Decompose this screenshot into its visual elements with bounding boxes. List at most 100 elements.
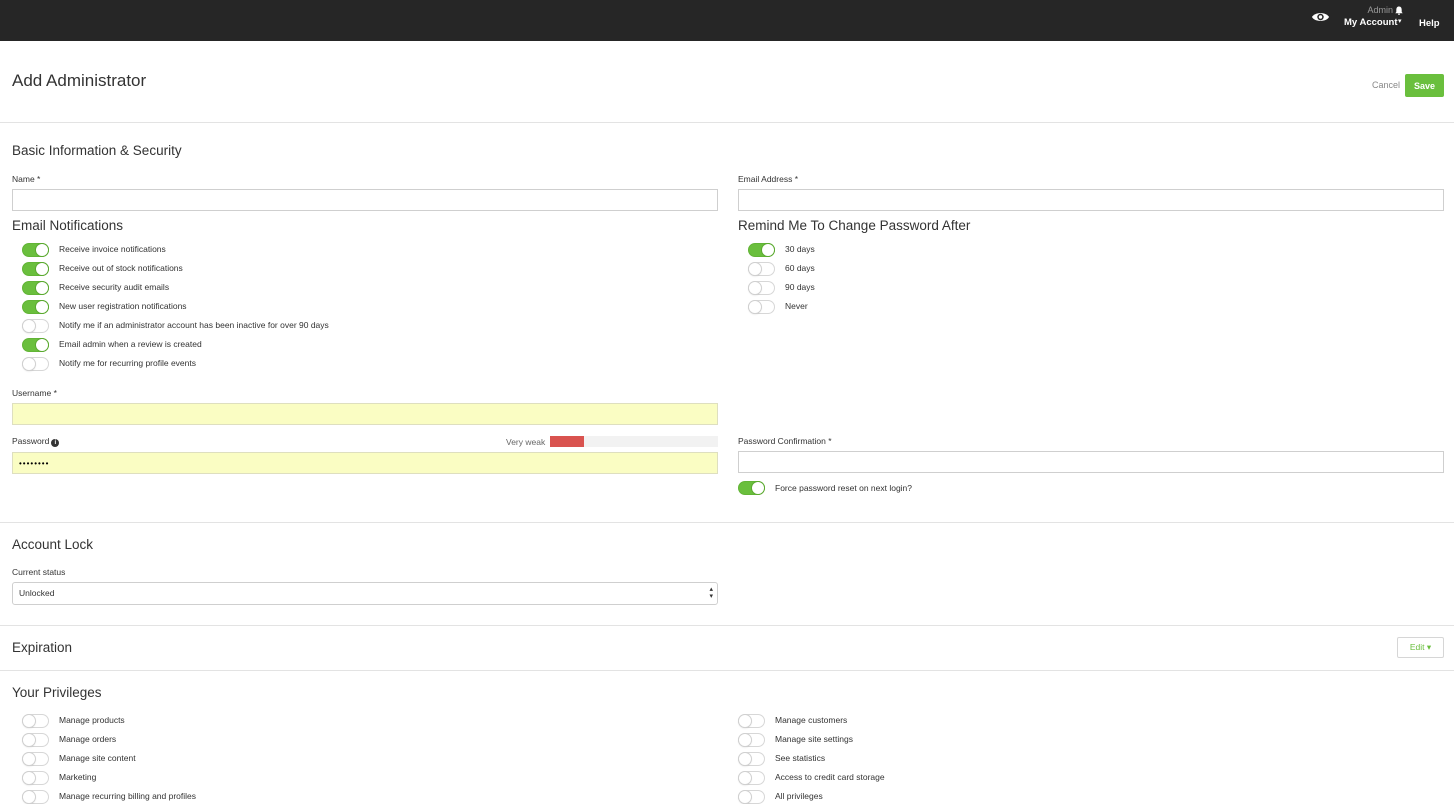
- toggle-label: Manage customers: [775, 715, 848, 725]
- toggle-marketing[interactable]: [22, 771, 49, 785]
- toggle-label: Receive out of stock notifications: [59, 263, 183, 273]
- name-label: Name *: [12, 174, 41, 184]
- toggle-knob: [36, 339, 48, 351]
- toggle-knob: [23, 753, 35, 765]
- toggle-knob: [749, 301, 761, 313]
- username-label: Username *: [12, 388, 57, 398]
- save-button[interactable]: Save: [1405, 74, 1444, 97]
- toggle-label: Manage site content: [59, 753, 136, 763]
- toggle-knob: [739, 791, 751, 803]
- password-strength-label: Very weak: [506, 437, 546, 447]
- my-account-label[interactable]: My Account: [1344, 17, 1397, 28]
- eye-icon[interactable]: [1311, 10, 1330, 24]
- expiration-edit-button[interactable]: Edit ▾: [1397, 637, 1444, 658]
- force-reset-label: Force password reset on next login?: [775, 483, 913, 493]
- toggle-new-user-registration-notifications[interactable]: [22, 300, 49, 314]
- toggle-knob: [23, 772, 35, 784]
- toggle-never[interactable]: [748, 300, 775, 314]
- toggle-knob: [749, 282, 761, 294]
- toggle-label: Access to credit card storage: [775, 772, 885, 782]
- my-account-menu[interactable]: Admin My Account ▾: [1340, 4, 1404, 34]
- cancel-link[interactable]: Cancel: [1372, 80, 1400, 90]
- toggle-knob: [23, 734, 35, 746]
- remind-password-title: Remind Me To Change Password After: [738, 218, 971, 233]
- password-strength-fill: [550, 436, 584, 447]
- toggle-manage-site-content[interactable]: [22, 752, 49, 766]
- toggle-knob: [762, 244, 774, 256]
- bell-icon[interactable]: [1395, 6, 1403, 15]
- toggle-knob: [36, 282, 48, 294]
- toggle-receive-out-of-stock-notifications[interactable]: [22, 262, 49, 276]
- toggle-knob: [739, 772, 751, 784]
- name-field[interactable]: [12, 189, 718, 211]
- toggle-notify-me-for-recurring-profile-events[interactable]: [22, 357, 49, 371]
- account-status-value: Unlocked: [19, 588, 55, 598]
- toggle-label: 60 days: [785, 263, 815, 273]
- toggle-60-days[interactable]: [748, 262, 775, 276]
- account-status-select[interactable]: Unlocked ▴ ▾: [12, 582, 718, 605]
- toggle-manage-recurring-billing-and-profiles[interactable]: [22, 790, 49, 804]
- account-lock-title: Account Lock: [12, 537, 94, 552]
- toggle-label: New user registration notifications: [59, 301, 187, 311]
- toggle-see-statistics[interactable]: [738, 752, 765, 766]
- password-label: Password i: [12, 436, 60, 447]
- toggle-email-admin-when-a-review-is-created[interactable]: [22, 338, 49, 352]
- toggle-knob: [36, 244, 48, 256]
- toggle-knob: [739, 734, 751, 746]
- password-field[interactable]: [12, 452, 718, 474]
- toggle-label: Never: [785, 301, 808, 311]
- toggle-label: 90 days: [785, 282, 815, 292]
- current-status-label: Current status: [12, 567, 66, 577]
- toggle-label: All privileges: [775, 791, 823, 801]
- divider: [0, 625, 1454, 626]
- password-confirmation-label: Password Confirmation *: [738, 436, 832, 446]
- toggle-label: See statistics: [775, 753, 826, 763]
- toggle-label: Notify me for recurring profile events: [59, 358, 196, 368]
- privileges-title: Your Privileges: [12, 685, 102, 700]
- help-link[interactable]: Help: [1419, 18, 1440, 29]
- toggle-knob: [36, 263, 48, 275]
- toggle-90-days[interactable]: [748, 281, 775, 295]
- toggle-knob: [752, 482, 764, 494]
- username-field[interactable]: [12, 403, 718, 425]
- toggle-access-to-credit-card-storage[interactable]: [738, 771, 765, 785]
- email-field[interactable]: [738, 189, 1444, 211]
- divider: [0, 670, 1454, 671]
- email-label: Email Address *: [738, 174, 798, 184]
- toggle-all-privileges[interactable]: [738, 790, 765, 804]
- toggle-knob: [23, 715, 35, 727]
- toggle-manage-customers[interactable]: [738, 714, 765, 728]
- password-confirmation-field[interactable]: [738, 451, 1444, 473]
- toggle-label: Marketing: [59, 772, 97, 782]
- basic-info-title: Basic Information & Security: [12, 143, 182, 158]
- toggle-knob: [749, 263, 761, 275]
- select-arrows-icon: ▴ ▾: [709, 586, 713, 600]
- divider: [0, 522, 1454, 523]
- toggle-30-days[interactable]: [748, 243, 775, 257]
- toggle-knob: [23, 791, 35, 803]
- toggle-label: Manage site settings: [775, 734, 853, 744]
- toggle-receive-invoice-notifications[interactable]: [22, 243, 49, 257]
- chevron-down-icon: ▾: [1398, 18, 1402, 25]
- toggle-knob: [23, 320, 35, 332]
- toggle-label: Email admin when a review is created: [59, 339, 202, 349]
- force-reset-toggle[interactable]: [738, 481, 765, 495]
- expiration-title: Expiration: [12, 640, 73, 655]
- toggle-label: Manage products: [59, 715, 125, 725]
- top-navigation-bar: Admin My Account ▾ Help: [0, 0, 1454, 41]
- password-label-text: Password: [12, 436, 50, 446]
- toggle-knob: [23, 358, 35, 370]
- toggle-manage-orders[interactable]: [22, 733, 49, 747]
- toggle-manage-site-settings[interactable]: [738, 733, 765, 747]
- toggle-receive-security-audit-emails[interactable]: [22, 281, 49, 295]
- divider: [0, 122, 1454, 123]
- info-icon[interactable]: i: [51, 439, 60, 447]
- toggle-manage-products[interactable]: [22, 714, 49, 728]
- toggle-label: Receive security audit emails: [59, 282, 170, 292]
- toggle-label: Manage recurring billing and profiles: [59, 791, 197, 801]
- toggle-label: Notify me if an administrator account ha…: [59, 320, 329, 330]
- admin-role-label: Admin: [1367, 5, 1393, 15]
- page-title: Add Administrator: [12, 71, 147, 90]
- toggle-notify-me-if-an-administrator-account-has-been-inactive-for-over-90-days[interactable]: [22, 319, 49, 333]
- toggle-knob: [739, 715, 751, 727]
